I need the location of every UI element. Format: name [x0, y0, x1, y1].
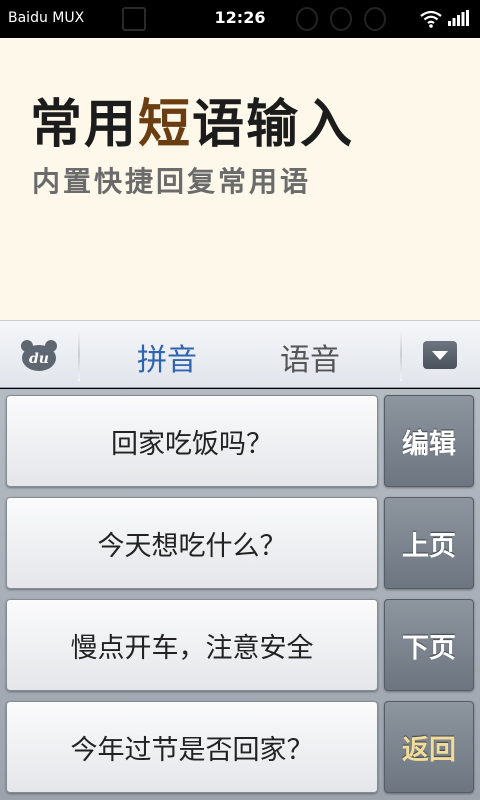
phrase-item[interactable]: 慢点开车，注意安全	[6, 599, 378, 691]
banner-subtitle: 内置快捷回复常用语	[32, 165, 312, 198]
back-button[interactable]: 返回	[384, 701, 474, 793]
du-logo-text: du	[29, 351, 49, 367]
ime-toolbar: du 拼音 语音	[0, 320, 480, 388]
phrase-panel: 回家吃饭吗？ 今天想吃什么？ 慢点开车，注意安全 今年过节是否回家？ 编辑 上页…	[0, 389, 480, 800]
battery-ghost-icon	[364, 7, 386, 31]
alarm-icon	[296, 7, 318, 31]
status-bar: Baidu MUX 12:26	[0, 0, 480, 38]
phrase-item[interactable]: 今年过节是否回家？	[6, 701, 378, 793]
next-page-button[interactable]: 下页	[384, 599, 474, 691]
collapse-dropdown-button[interactable]	[423, 341, 457, 369]
tab-pinyin[interactable]: 拼音	[137, 335, 197, 379]
banner: 常用短语输入 内置快捷回复常用语	[0, 38, 480, 320]
signal-icon	[448, 10, 469, 26]
banner-title-part2: 语输入	[192, 94, 355, 155]
banner-title-part1: 常用	[30, 94, 139, 155]
wifi-icon	[420, 10, 442, 28]
wifi-ghost-icon	[330, 7, 352, 31]
toolbar-divider	[78, 329, 80, 381]
toolbar-divider	[400, 329, 402, 381]
status-ghost-icons	[296, 7, 386, 31]
tab-voice[interactable]: 语音	[280, 335, 340, 379]
phrase-item[interactable]: 今天想吃什么？	[6, 497, 378, 589]
phrase-item[interactable]: 回家吃饭吗？	[6, 395, 378, 487]
prev-page-button[interactable]: 上页	[384, 497, 474, 589]
banner-title-accent: 短	[138, 94, 193, 155]
du-logo-icon[interactable]: du	[20, 338, 58, 372]
clock: 12:26	[214, 8, 266, 27]
edit-button[interactable]: 编辑	[384, 395, 474, 487]
banner-title: 常用短语输入	[30, 82, 354, 157]
